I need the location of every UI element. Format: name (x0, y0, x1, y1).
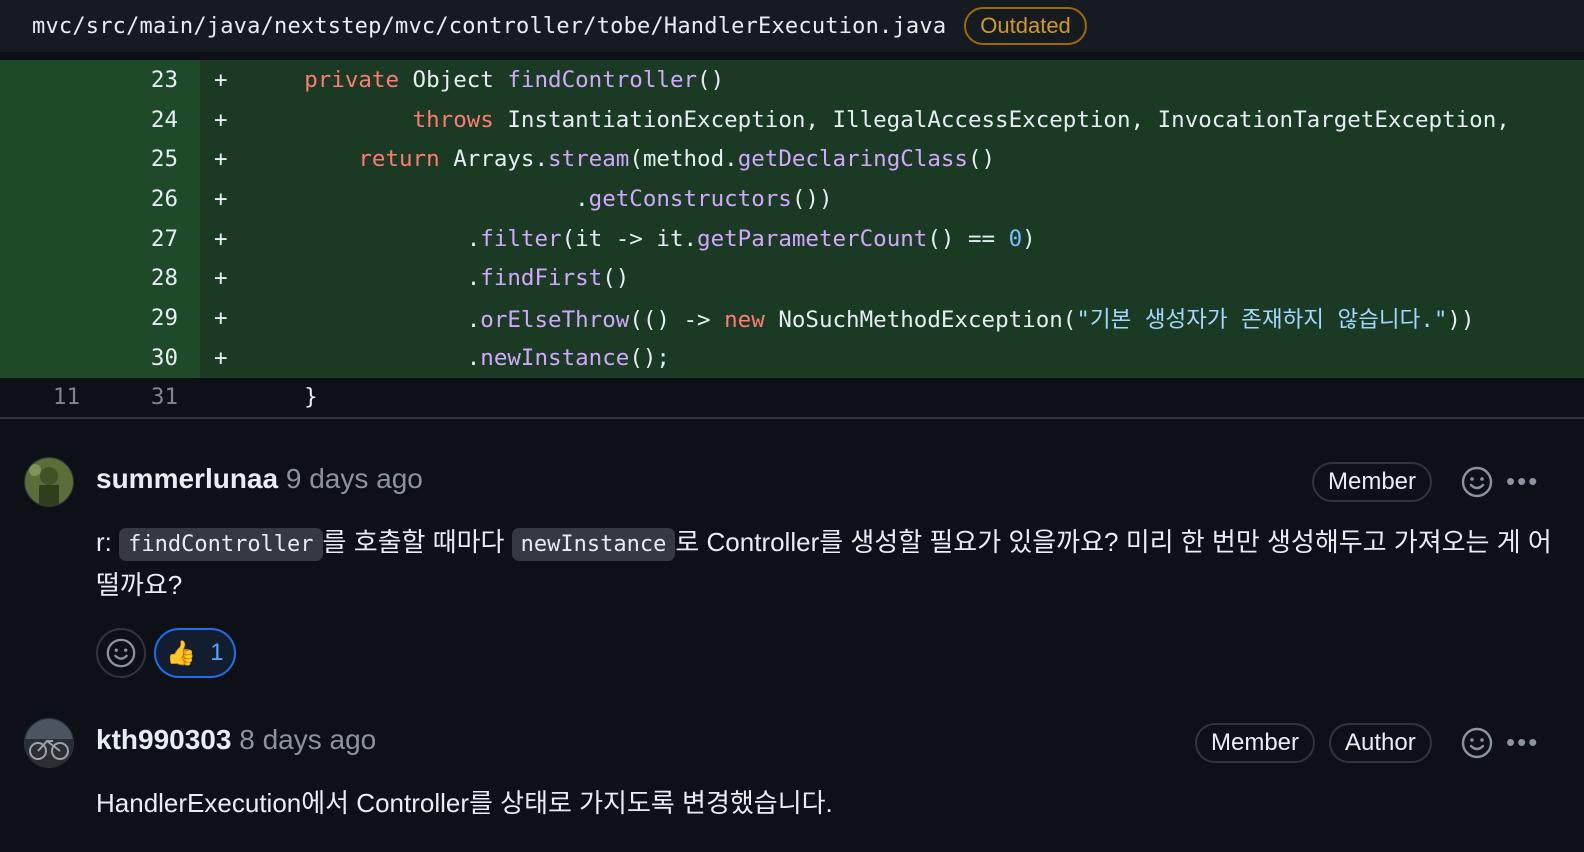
smiley-icon[interactable] (1460, 726, 1494, 760)
author-badge: Author (1329, 723, 1432, 763)
code-line: .filter(it -> it.getParameterCount() == … (250, 225, 1036, 252)
diff-view: 23 + private Object findController() 24 + t… (0, 60, 1584, 417)
diff-line: 25 + return Arrays.stream(method.getDecla… (0, 139, 1584, 180)
new-line-number[interactable]: 28 (100, 265, 178, 291)
code-line: throws InstantiationException, IllegalAc… (412, 106, 1510, 133)
avatar[interactable] (24, 718, 74, 768)
author-name[interactable]: kth990303 (96, 724, 231, 755)
new-line-number[interactable]: 31 (100, 384, 178, 410)
add-reaction-button[interactable] (96, 628, 146, 678)
diff-marker: + (214, 106, 228, 133)
comment-text: r: (96, 527, 120, 557)
code-line: return Arrays.stream(method.getDeclaring… (358, 146, 996, 173)
diff-line: 27 + .filter(it -> it.getParameterCount()… (0, 218, 1584, 259)
code-line: .findFirst() (250, 265, 630, 292)
smiley-icon[interactable] (1460, 465, 1494, 499)
comment-text: 를 호출할 때마다 (322, 527, 512, 557)
diff-marker: + (214, 225, 228, 252)
diff-line: 26 + .getConstructors()) (0, 179, 1584, 219)
diff-line: 24 + throws InstantiationException, Illeg… (0, 99, 1584, 140)
diff-line: 11 31 } (0, 378, 1584, 418)
new-line-number[interactable]: 27 (100, 226, 178, 252)
diff-marker: + (214, 185, 228, 212)
outdated-badge: Outdated (964, 7, 1087, 45)
reaction-count: 1 (210, 639, 224, 666)
member-badge: Member (1312, 462, 1433, 502)
timestamp[interactable]: 8 days ago (239, 724, 376, 755)
thumbs-up-reaction[interactable]: 👍 1 (154, 628, 236, 678)
diff-marker: + (214, 66, 228, 93)
new-line-number[interactable]: 23 (100, 67, 178, 93)
author-name[interactable]: summerlunaa (96, 463, 278, 494)
file-path[interactable]: mvc/src/main/java/nextstep/mvc/controlle… (32, 14, 946, 39)
thumbs-up-icon: 👍 (166, 639, 197, 667)
diff-line: 29 + .orElseThrow(() -> new NoSuchMethodE… (0, 298, 1584, 338)
code-line: private Object findController() (304, 66, 725, 93)
member-badge: Member (1195, 723, 1316, 763)
new-line-number[interactable]: 29 (100, 305, 178, 331)
kebab-menu-icon[interactable]: ••• (1506, 729, 1539, 755)
code-line: .orElseThrow(() -> new NoSuchMethodExcep… (250, 306, 1475, 333)
avatar[interactable] (24, 457, 74, 507)
old-line-number[interactable]: 11 (0, 384, 80, 410)
diff-marker: + (214, 344, 228, 371)
code-line: } (250, 384, 318, 411)
inline-code: findController (119, 528, 323, 561)
timestamp[interactable]: 9 days ago (286, 463, 423, 494)
divider (0, 417, 1584, 419)
new-line-number[interactable]: 26 (100, 186, 178, 212)
inline-code: newInstance (511, 528, 676, 561)
comment-body: HandlerExecution에서 Controller를 상태로 가지도록 … (96, 788, 833, 818)
new-line-number[interactable]: 30 (100, 345, 178, 371)
kebab-menu-icon[interactable]: ••• (1506, 468, 1539, 494)
diff-line: 28 + .findFirst() (0, 258, 1584, 299)
new-line-number[interactable]: 25 (100, 146, 178, 172)
code-line: .newInstance(); (250, 344, 670, 371)
comment-body: r: findController 를 호출할 때마다 newInstance 로 … (96, 522, 1556, 606)
diff-marker: + (214, 304, 228, 331)
diff-marker: + (214, 265, 228, 292)
diff-line: 30 + .newInstance(); (0, 337, 1584, 378)
diff-line: 23 + private Object findController() (0, 60, 1584, 100)
code-line: .getConstructors()) (250, 185, 833, 212)
new-line-number[interactable]: 24 (100, 107, 178, 133)
diff-marker: + (214, 146, 228, 173)
file-header: mvc/src/main/java/nextstep/mvc/controlle… (0, 0, 1584, 52)
